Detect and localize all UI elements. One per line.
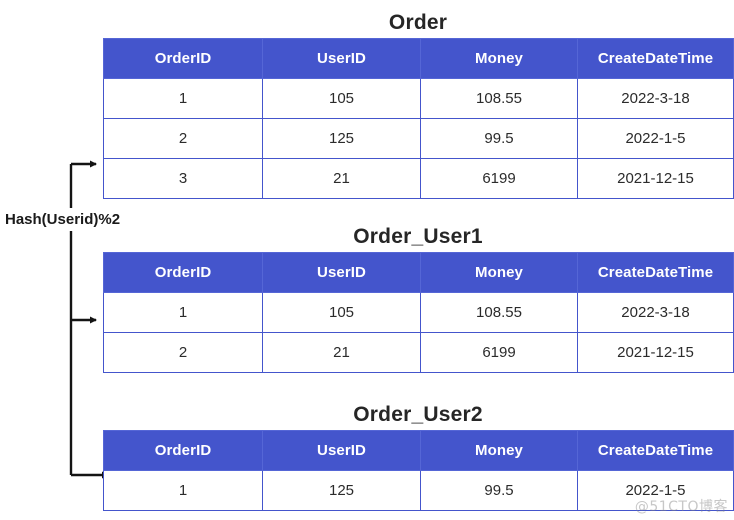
cell-createdatetime: 2022-3-18 <box>577 292 734 333</box>
cell-createdatetime: 2022-3-18 <box>577 78 734 119</box>
cell-money: 99.5 <box>420 118 578 159</box>
cell-money: 99.5 <box>420 470 578 511</box>
hash-function-label: Hash(Userid)%2 <box>3 208 124 231</box>
column-header-money: Money <box>420 252 578 293</box>
table-title-order-user2: Order_User2 <box>353 403 483 426</box>
data-table-order-user1: OrderID UserID Money CreateDateTime 1 10… <box>103 252 734 373</box>
column-header-userid: UserID <box>262 38 421 79</box>
table-block-order-user2: Order_User2 OrderID UserID Money CreateD… <box>103 402 734 511</box>
column-header-userid: UserID <box>262 252 421 293</box>
table-row: 1 105 108.55 2022-3-18 <box>103 292 734 333</box>
cell-orderid: 1 <box>103 470 263 511</box>
cell-userid: 105 <box>262 292 421 333</box>
column-header-orderid: OrderID <box>103 38 263 79</box>
cell-createdatetime: 2022-1-5 <box>577 118 734 159</box>
table-row: 2 21 6199 2021-12-15 <box>103 332 734 373</box>
cell-orderid: 2 <box>103 118 263 159</box>
cell-money: 108.55 <box>420 292 578 333</box>
table-header-row: OrderID UserID Money CreateDateTime <box>103 38 734 79</box>
column-header-createdatetime: CreateDateTime <box>577 252 734 293</box>
cell-createdatetime: 2021-12-15 <box>577 158 734 199</box>
cell-money: 6199 <box>420 158 578 199</box>
table-block-order: Order OrderID UserID Money CreateDateTim… <box>103 10 734 199</box>
data-table-order: OrderID UserID Money CreateDateTime 1 10… <box>103 38 734 199</box>
table-row: 2 125 99.5 2022-1-5 <box>103 118 734 159</box>
table-header-row: OrderID UserID Money CreateDateTime <box>103 430 734 471</box>
cell-orderid: 3 <box>103 158 263 199</box>
cell-userid: 125 <box>262 118 421 159</box>
column-header-orderid: OrderID <box>103 252 263 293</box>
watermark-text: @51CTO博客 <box>634 499 728 515</box>
table-row: 1 105 108.55 2022-3-18 <box>103 78 734 119</box>
cell-userid: 21 <box>262 158 421 199</box>
cell-orderid: 1 <box>103 292 263 333</box>
cell-orderid: 2 <box>103 332 263 373</box>
cell-orderid: 1 <box>103 78 263 119</box>
cell-userid: 105 <box>262 78 421 119</box>
table-row: 3 21 6199 2021-12-15 <box>103 158 734 199</box>
column-header-orderid: OrderID <box>103 430 263 471</box>
table-header-row: OrderID UserID Money CreateDateTime <box>103 252 734 293</box>
diagram-canvas: Order OrderID UserID Money CreateDateTim… <box>0 0 734 520</box>
cell-money: 6199 <box>420 332 578 373</box>
column-header-createdatetime: CreateDateTime <box>577 38 734 79</box>
table-title-order: Order <box>388 11 448 34</box>
column-header-money: Money <box>420 38 578 79</box>
cell-userid: 125 <box>262 470 421 511</box>
cell-userid: 21 <box>262 332 421 373</box>
table-block-order-user1: Order_User1 OrderID UserID Money CreateD… <box>103 224 734 373</box>
cell-money: 108.55 <box>420 78 578 119</box>
cell-createdatetime: 2021-12-15 <box>577 332 734 373</box>
column-header-userid: UserID <box>262 430 421 471</box>
column-header-money: Money <box>420 430 578 471</box>
table-title-order-user1: Order_User1 <box>353 225 483 248</box>
column-header-createdatetime: CreateDateTime <box>577 430 734 471</box>
